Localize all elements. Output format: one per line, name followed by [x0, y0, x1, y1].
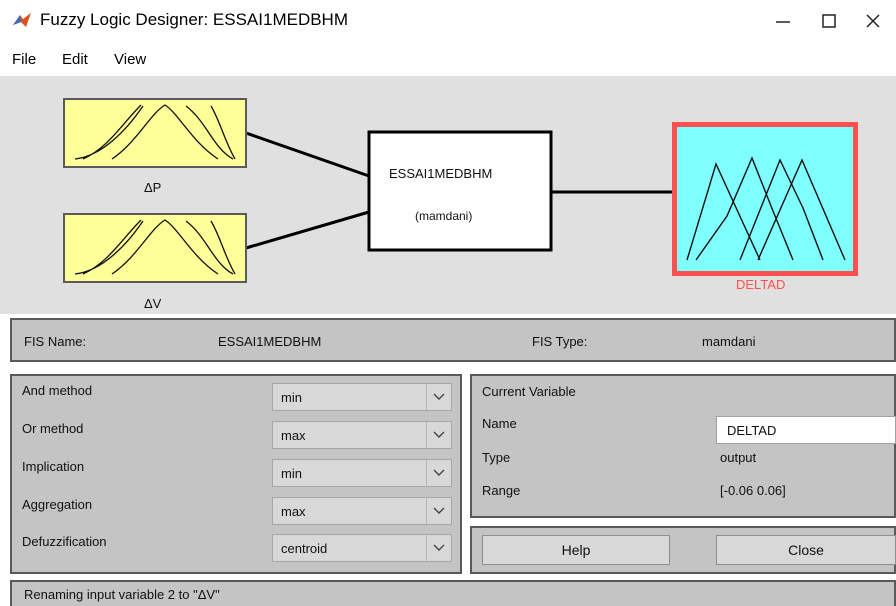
close-button[interactable]: Close	[716, 535, 896, 565]
defuzzification-label: Defuzzification	[22, 534, 107, 549]
minimize-icon	[776, 21, 790, 23]
or-method-label: Or method	[22, 421, 84, 436]
maximize-icon	[822, 14, 836, 28]
or-method-select[interactable]: max	[272, 421, 452, 449]
buttons-panel: Help Close	[470, 526, 896, 574]
close-window-button[interactable]	[850, 4, 896, 38]
system-name-label: ESSAI1MEDBHM	[389, 166, 493, 181]
input-variable-dp[interactable]	[63, 98, 247, 168]
input2-label: ΔV	[144, 296, 162, 311]
variable-type-label: Type	[482, 450, 511, 465]
fis-name-value: ESSAI1MEDBHM	[218, 334, 322, 349]
output-label: DELTAD	[736, 277, 786, 292]
or-method-value: max	[281, 428, 306, 443]
and-method-value: min	[281, 390, 302, 405]
chevron-down-icon	[433, 544, 445, 551]
connector-line	[245, 210, 370, 250]
variable-type-value: output	[720, 450, 757, 465]
maximize-button[interactable]	[806, 4, 852, 38]
chevron-down-icon	[433, 469, 445, 476]
window-title: Fuzzy Logic Designer: ESSAI1MEDBHM	[40, 10, 348, 29]
current-variable-heading: Current Variable	[482, 384, 576, 399]
menu-file[interactable]: File	[12, 51, 36, 68]
chevron-down-icon	[433, 393, 445, 400]
close-icon	[866, 14, 880, 28]
implication-label: Implication	[22, 459, 85, 474]
defuzzification-select[interactable]: centroid	[272, 534, 452, 562]
aggregation-value: max	[281, 504, 306, 519]
minimize-button[interactable]	[760, 4, 806, 38]
fis-name-label: FIS Name:	[24, 334, 87, 349]
fis-type-value: mamdani	[702, 334, 756, 349]
system-type-label: (mamdani)	[415, 209, 473, 223]
help-button[interactable]: Help	[482, 535, 670, 565]
output-variable-deltad[interactable]	[672, 122, 858, 276]
variable-name-label: Name	[482, 416, 517, 431]
fis-type-label: FIS Type:	[532, 334, 588, 349]
fis-diagram: ΔP ΔV ESSAI1MEDBHM (mamdani) DELTAD	[0, 76, 896, 314]
variable-name-value: DELTAD	[727, 423, 777, 438]
menu-view[interactable]: View	[114, 51, 146, 68]
matlab-icon	[12, 10, 32, 30]
title-bar: Fuzzy Logic Designer: ESSAI1MEDBHM	[0, 0, 896, 42]
input1-label: ΔP	[144, 180, 162, 195]
fis-info-panel: FIS Name: ESSAI1MEDBHM FIS Type: mamdani	[10, 318, 896, 362]
implication-value: min	[281, 466, 302, 481]
fis-system-block[interactable]	[367, 130, 553, 252]
input-variable-dv[interactable]	[63, 213, 247, 283]
methods-panel: And method min Or method max Implication…	[10, 374, 462, 574]
connector-line	[245, 131, 370, 178]
chevron-down-icon	[433, 431, 445, 438]
variable-name-input[interactable]: DELTAD	[716, 416, 896, 444]
menu-edit[interactable]: Edit	[62, 51, 88, 68]
variable-range-label: Range	[482, 483, 521, 498]
current-variable-panel: Current Variable Name DELTAD Type output…	[470, 374, 896, 518]
aggregation-label: Aggregation	[22, 497, 93, 512]
chevron-down-icon	[433, 507, 445, 514]
and-method-select[interactable]: min	[272, 383, 452, 411]
and-method-label: And method	[22, 383, 93, 398]
status-bar: Renaming input variable 2 to "ΔV"	[10, 580, 896, 606]
status-message: Renaming input variable 2 to "ΔV"	[24, 587, 220, 602]
menu-bar: File Edit View	[0, 44, 896, 74]
implication-select[interactable]: min	[272, 459, 452, 487]
aggregation-select[interactable]: max	[272, 497, 452, 525]
defuzzification-value: centroid	[281, 541, 328, 556]
variable-range-value: [-0.06 0.06]	[720, 483, 786, 498]
